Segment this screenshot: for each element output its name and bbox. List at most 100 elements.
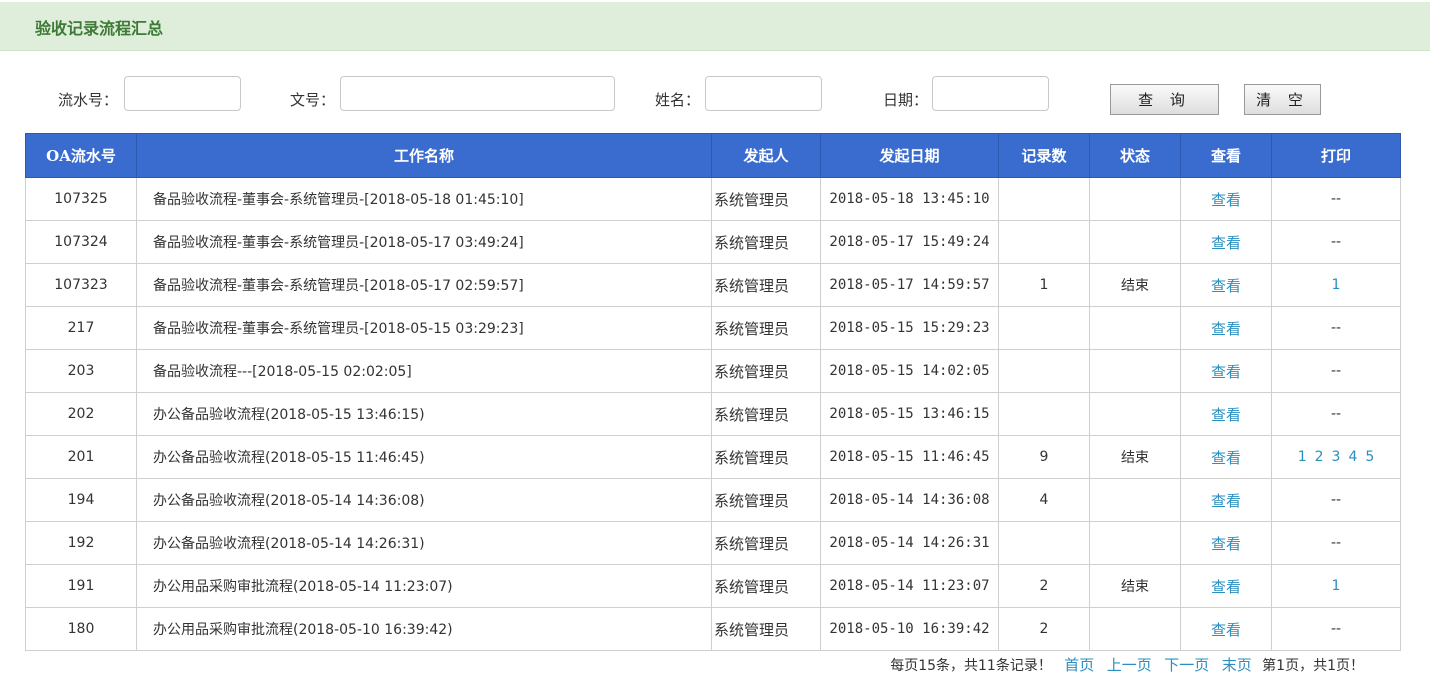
- print-link[interactable]: 5: [1365, 449, 1374, 465]
- oa-serial-cell: 107323: [25, 263, 137, 307]
- view-cell: 查看: [1180, 306, 1272, 350]
- view-link[interactable]: 查看: [1211, 406, 1241, 424]
- record-count-cell: 2: [998, 564, 1090, 608]
- record-count-cell: 1: [998, 263, 1090, 307]
- work-name-cell: 备品验收流程-董事会-系统管理员-[2018-05-18 01:45:10]: [136, 177, 712, 221]
- column-header-oa-serial: OA流水号: [25, 133, 137, 178]
- oa-serial-cell: 201: [25, 435, 137, 479]
- print-placeholder: --: [1330, 320, 1342, 336]
- table-row: 192 办公备品验收流程(2018-05-14 14:26:31) 系统管理员 201…: [25, 521, 1401, 565]
- record-count-cell: [998, 306, 1090, 350]
- status-cell: [1089, 306, 1181, 350]
- print-placeholder: --: [1330, 234, 1342, 250]
- start-date-cell: 2018-05-14 14:26:31: [820, 521, 999, 565]
- pager-status: 第1页，共1页！: [1262, 658, 1364, 674]
- view-cell: 查看: [1180, 349, 1272, 393]
- status-cell: 结束: [1089, 435, 1181, 479]
- print-placeholder: --: [1330, 191, 1342, 207]
- work-name-cell: 办公备品验收流程(2018-05-14 14:26:31): [136, 521, 712, 565]
- pager-summary: 每页15条，共11条记录！: [890, 658, 1052, 674]
- name-input[interactable]: [705, 76, 822, 111]
- work-name-cell: 办公备品验收流程(2018-05-15 11:46:45): [136, 435, 712, 479]
- start-date-cell: 2018-05-14 14:36:08: [820, 478, 999, 522]
- print-link[interactable]: 1: [1332, 578, 1341, 594]
- view-link[interactable]: 查看: [1211, 621, 1241, 639]
- status-cell: 结束: [1089, 564, 1181, 608]
- last-page-link[interactable]: 末页: [1222, 656, 1252, 674]
- starter-cell: 系统管理员: [711, 478, 821, 522]
- print-link[interactable]: 2: [1315, 449, 1324, 465]
- print-cell: --: [1271, 392, 1401, 436]
- print-cell: --: [1271, 521, 1401, 565]
- table-row: 180 办公用品采购审批流程(2018-05-10 16:39:42) 系统管理员 2…: [25, 607, 1401, 651]
- query-button[interactable]: 查 询: [1110, 84, 1219, 115]
- column-header-view: 查看: [1180, 133, 1272, 178]
- print-cell: 1: [1271, 564, 1401, 608]
- oa-serial-cell: 203: [25, 349, 137, 393]
- view-link[interactable]: 查看: [1211, 234, 1241, 252]
- column-header-starter: 发起人: [711, 133, 821, 178]
- start-date-cell: 2018-05-18 13:45:10: [820, 177, 999, 221]
- table-row: 217 备品验收流程-董事会-系统管理员-[2018-05-15 03:29:23…: [25, 306, 1401, 350]
- print-link[interactable]: 4: [1348, 449, 1357, 465]
- status-cell: [1089, 521, 1181, 565]
- print-placeholder: --: [1330, 363, 1342, 379]
- column-header-status: 状态: [1089, 133, 1181, 178]
- view-link[interactable]: 查看: [1211, 320, 1241, 338]
- status-cell: [1089, 349, 1181, 393]
- table-row: 191 办公用品采购审批流程(2018-05-14 11:23:07) 系统管理员 2…: [25, 564, 1401, 608]
- view-cell: 查看: [1180, 177, 1272, 221]
- start-date-cell: 2018-05-17 14:59:57: [820, 263, 999, 307]
- first-page-link[interactable]: 首页: [1064, 656, 1094, 674]
- print-placeholder: --: [1330, 621, 1342, 637]
- view-link[interactable]: 查看: [1211, 535, 1241, 553]
- print-cell: --: [1271, 220, 1401, 264]
- start-date-cell: 2018-05-14 11:23:07: [820, 564, 999, 608]
- status-cell: [1089, 220, 1181, 264]
- status-cell: [1089, 478, 1181, 522]
- print-link[interactable]: 1: [1298, 449, 1307, 465]
- print-cell: --: [1271, 607, 1401, 651]
- prev-page-link[interactable]: 上一页: [1107, 656, 1152, 674]
- starter-cell: 系统管理员: [711, 607, 821, 651]
- table-row: 107323 备品验收流程-董事会-系统管理员-[2018-05-17 02:59…: [25, 263, 1401, 307]
- next-page-link[interactable]: 下一页: [1164, 656, 1209, 674]
- clear-button[interactable]: 清 空: [1244, 84, 1321, 115]
- view-link[interactable]: 查看: [1211, 191, 1241, 209]
- start-date-cell: 2018-05-15 13:46:15: [820, 392, 999, 436]
- work-name-cell: 备品验收流程---[2018-05-15 02:02:05]: [136, 349, 712, 393]
- view-link[interactable]: 查看: [1211, 492, 1241, 510]
- doc-number-input[interactable]: [340, 76, 615, 111]
- date-label: 日期：: [883, 91, 929, 109]
- date-input[interactable]: [932, 76, 1049, 111]
- pagination: 每页15条，共11条记录！ 首页 上一页 下一页 末页 第1页，共1页！: [890, 654, 1364, 675]
- table-row: 201 办公备品验收流程(2018-05-15 11:46:45) 系统管理员 201…: [25, 435, 1401, 479]
- print-link[interactable]: 1: [1332, 277, 1341, 293]
- view-link[interactable]: 查看: [1211, 277, 1241, 295]
- title-bar: 验收记录流程汇总: [0, 2, 1430, 51]
- status-cell: [1089, 177, 1181, 221]
- record-count-cell: [998, 220, 1090, 264]
- record-count-cell: 4: [998, 478, 1090, 522]
- record-count-cell: [998, 349, 1090, 393]
- view-link[interactable]: 查看: [1211, 449, 1241, 467]
- column-header-print: 打印: [1271, 133, 1401, 178]
- print-link[interactable]: 3: [1332, 449, 1341, 465]
- print-cell: --: [1271, 478, 1401, 522]
- status-cell: [1089, 607, 1181, 651]
- table-row: 107325 备品验收流程-董事会-系统管理员-[2018-05-18 01:45…: [25, 177, 1401, 221]
- view-link[interactable]: 查看: [1211, 578, 1241, 596]
- oa-serial-cell: 202: [25, 392, 137, 436]
- serial-input[interactable]: [124, 76, 241, 111]
- table-row: 194 办公备品验收流程(2018-05-14 14:36:08) 系统管理员 201…: [25, 478, 1401, 522]
- view-link[interactable]: 查看: [1211, 363, 1241, 381]
- print-cell: 1: [1271, 263, 1401, 307]
- view-cell: 查看: [1180, 478, 1272, 522]
- records-table: OA流水号 工作名称 发起人 发起日期 记录数 状态 查看 打印 107325 备…: [25, 133, 1401, 651]
- record-count-cell: [998, 177, 1090, 221]
- doc-label: 文号：: [290, 91, 336, 109]
- page-title: 验收记录流程汇总: [35, 19, 164, 38]
- print-placeholder: --: [1330, 406, 1342, 422]
- starter-cell: 系统管理员: [711, 435, 821, 479]
- table-row: 202 办公备品验收流程(2018-05-15 13:46:15) 系统管理员 201…: [25, 392, 1401, 436]
